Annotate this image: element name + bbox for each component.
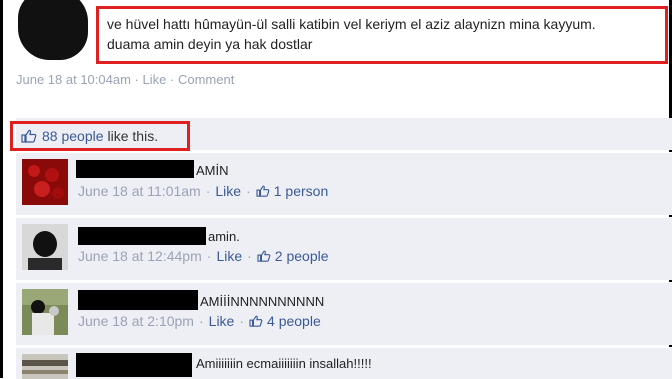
commenter-avatar[interactable]: [22, 354, 68, 379]
comment-like-link[interactable]: Like: [216, 248, 242, 264]
thumbs-up-icon: [256, 185, 270, 197]
post-like-link[interactable]: Like: [143, 72, 167, 87]
comment-item: Amiiiiiiin ecmaiiiiiiin insallah!!!!!: [16, 347, 672, 379]
comment-item: amin. June 18 at 12:44pm · Like · 2 peop…: [16, 217, 672, 280]
status-line-2: duama amin deyin ya hak dostlar: [107, 36, 313, 52]
redacted-commenter-name: [76, 160, 194, 178]
thumbs-up-icon: [21, 129, 37, 143]
status-message-highlight: ve hüvel hattı hûmayün-ül salli katibin …: [96, 6, 668, 64]
comment-item: AMİN June 18 at 11:01am · Like · 1 perso…: [16, 152, 672, 215]
post-comment-link[interactable]: Comment: [178, 72, 234, 87]
comment-meta: June 18 at 12:44pm · Like · 2 people: [78, 248, 329, 264]
thumbs-up-icon: [249, 315, 263, 327]
redacted-commenter-name: [78, 227, 206, 245]
commenter-avatar[interactable]: [22, 289, 68, 335]
comment-likes-count[interactable]: 2 people: [275, 248, 329, 264]
commenter-avatar[interactable]: [22, 159, 68, 205]
comment-text: AMİİİNNNNNNNNNN: [200, 294, 325, 309]
comment-likes-count[interactable]: 1 person: [274, 183, 328, 199]
status-message: ve hüvel hattı hûmayün-ül salli katibin …: [107, 14, 657, 54]
redacted-commenter-name: [78, 290, 198, 310]
separator: ·: [198, 313, 204, 329]
comment-timestamp[interactable]: June 18 at 2:10pm: [78, 313, 194, 329]
comment-timestamp[interactable]: June 18 at 12:44pm: [78, 248, 202, 264]
separator: ·: [247, 248, 252, 264]
separator: ·: [246, 183, 251, 199]
separator: ·: [170, 72, 175, 87]
post-timestamp[interactable]: June 18 at 10:04am: [16, 72, 131, 87]
post-meta: June 18 at 10:04am · Like · Comment: [16, 72, 234, 87]
likes-summary: 88 people like this.: [10, 121, 190, 151]
comment-item: AMİİİNNNNNNNNNN June 18 at 2:10pm · Like…: [16, 282, 672, 345]
frame-left-border: [0, 0, 3, 378]
separator: ·: [206, 248, 212, 264]
comment-like-link[interactable]: Like: [215, 183, 241, 199]
comment-like-link[interactable]: Like: [209, 313, 235, 329]
comment-meta: June 18 at 11:01am · Like · 1 person: [78, 183, 328, 199]
post-author-avatar[interactable]: [18, 0, 88, 60]
status-line-1: ve hüvel hattı hûmayün-ül salli katibin …: [107, 16, 596, 32]
separator: ·: [134, 72, 139, 87]
comment-text: AMİN: [196, 163, 229, 178]
comment-meta: June 18 at 2:10pm · Like · 4 people: [78, 313, 321, 329]
redacted-commenter-name: [76, 353, 192, 377]
comment-text: Amiiiiiiin ecmaiiiiiiin insallah!!!!!: [196, 356, 372, 371]
comment-likes-count[interactable]: 4 people: [267, 313, 321, 329]
commenter-avatar[interactable]: [22, 224, 68, 270]
likes-count-link[interactable]: 88 people: [42, 128, 104, 144]
comment-timestamp[interactable]: June 18 at 11:01am: [78, 183, 201, 199]
comment-text: amin.: [208, 229, 240, 244]
separator: ·: [205, 183, 211, 199]
thumbs-up-icon: [257, 250, 271, 262]
likes-suffix: like this.: [107, 128, 159, 144]
separator: ·: [239, 313, 245, 329]
